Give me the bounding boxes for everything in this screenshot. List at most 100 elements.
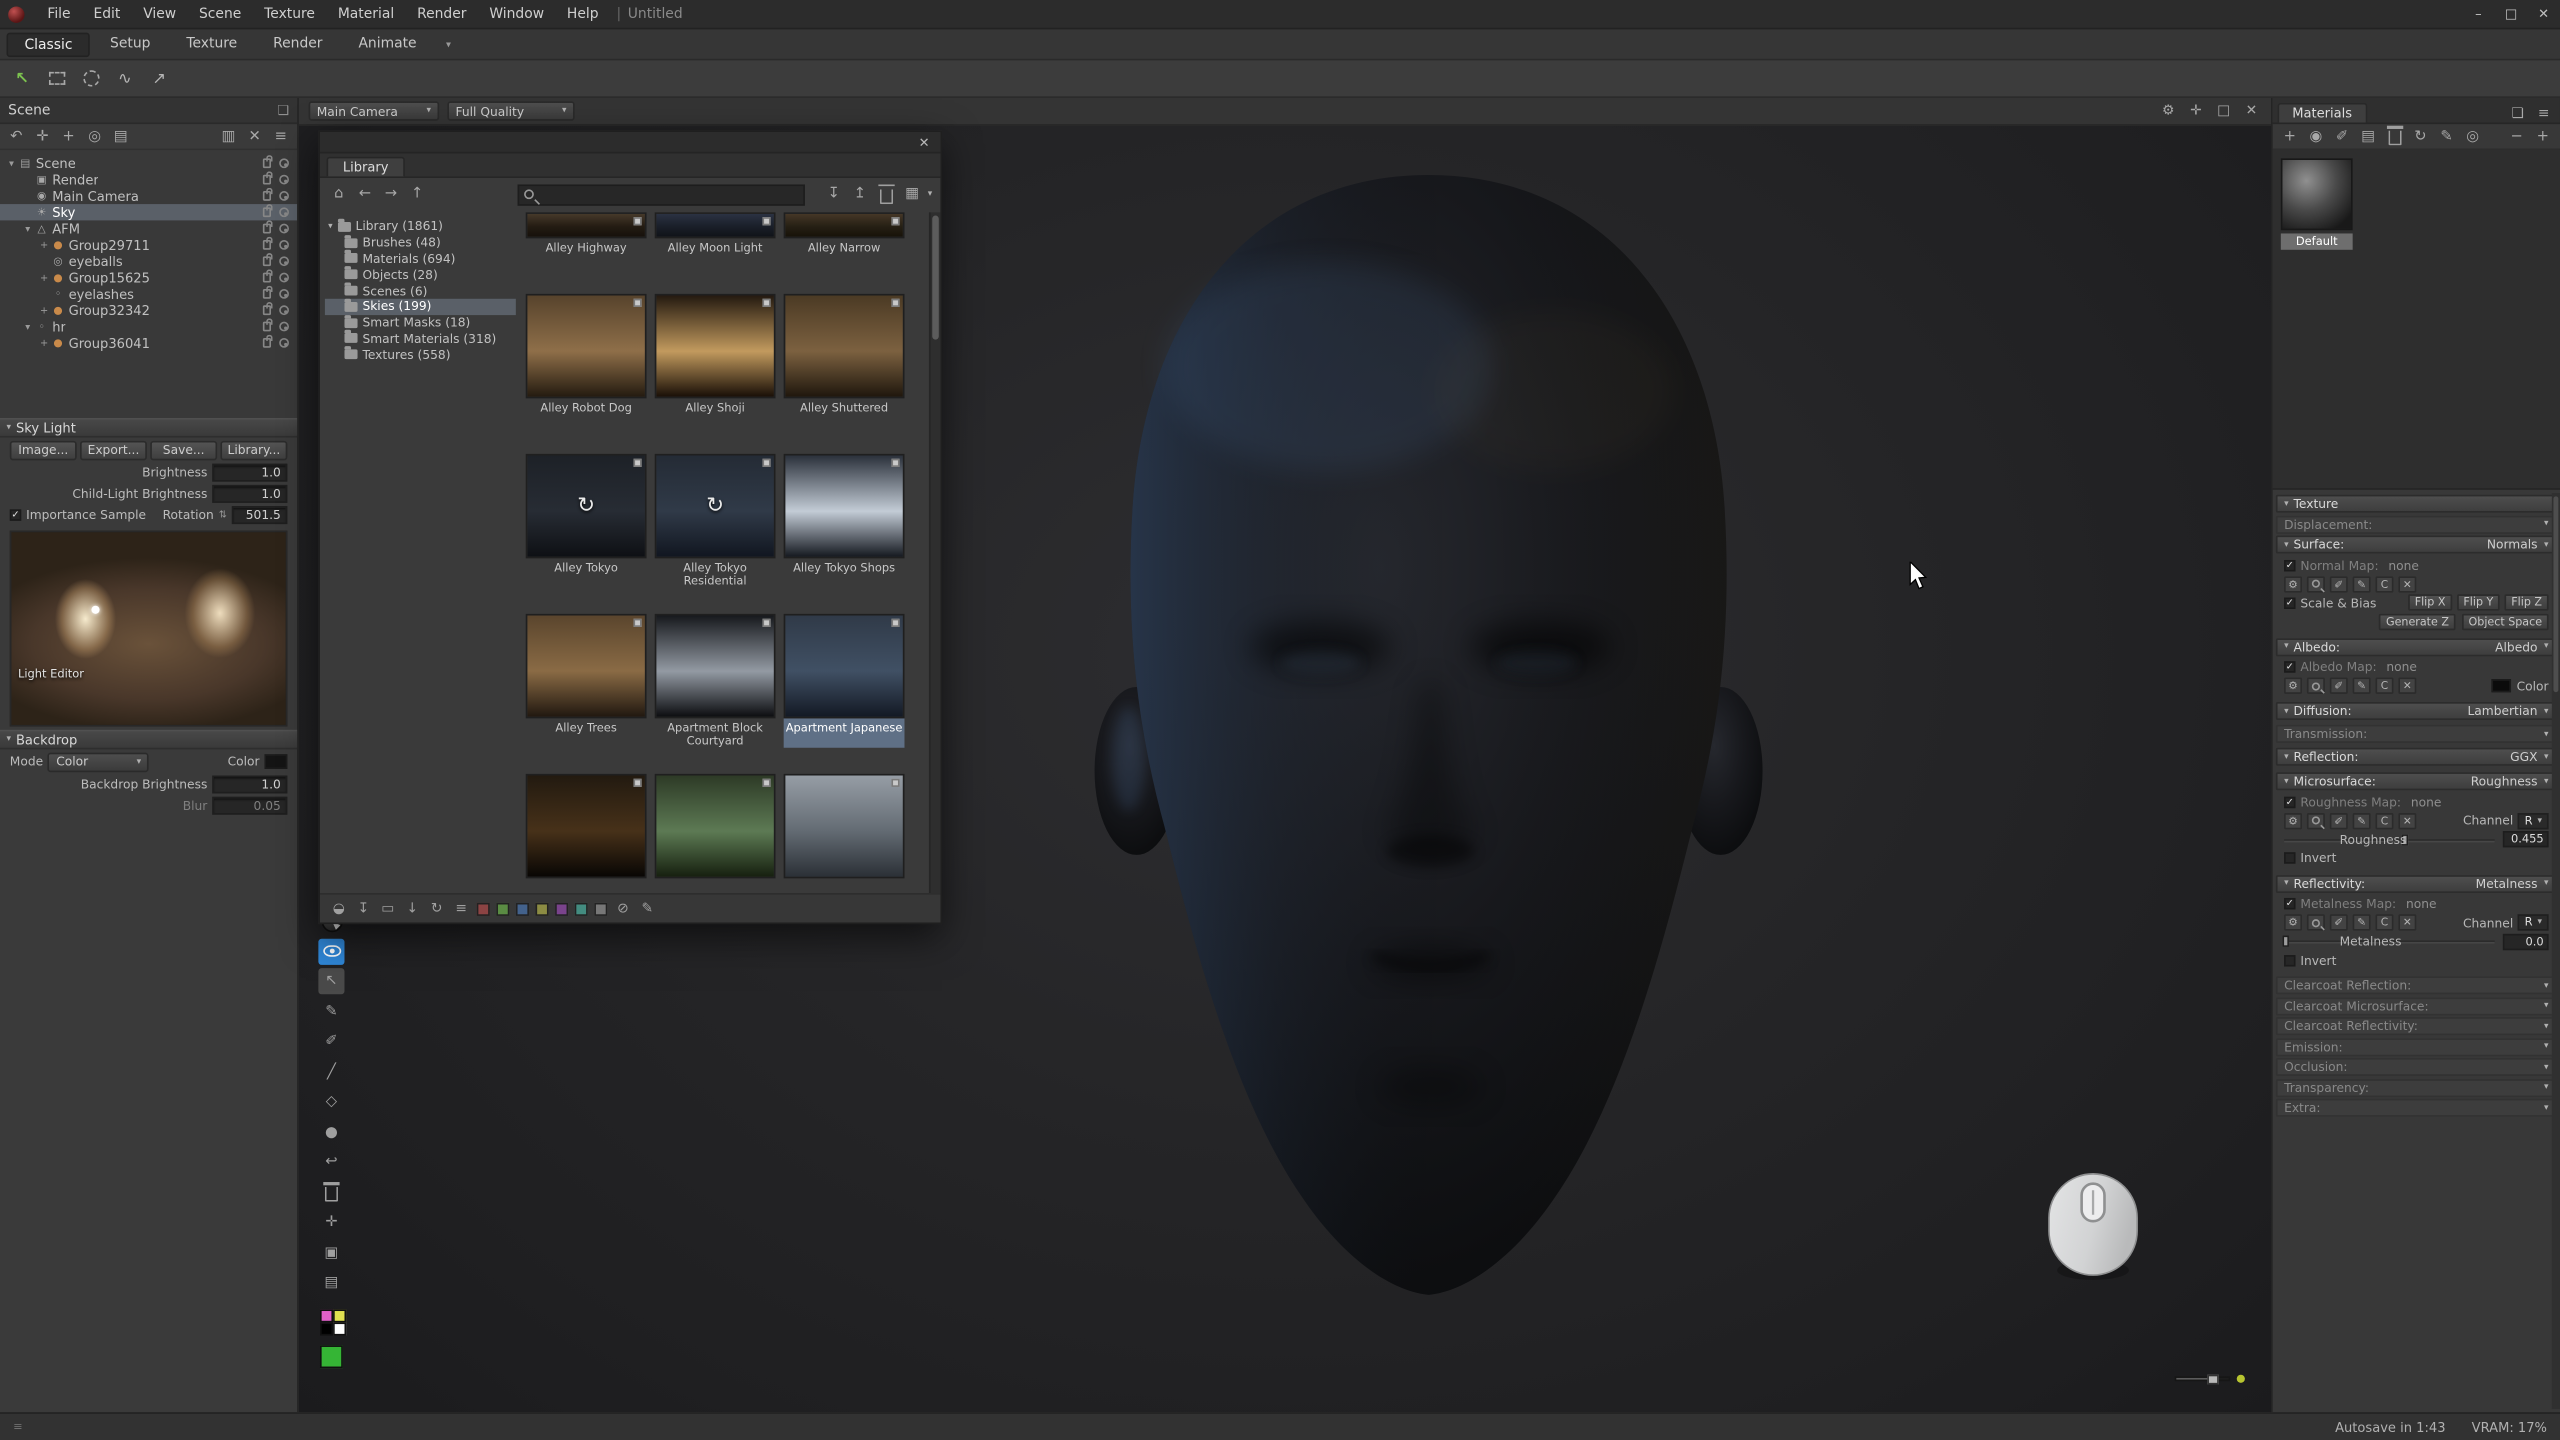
metalness-slider-handle[interactable] xyxy=(2282,936,2289,947)
reflectivity-section-header[interactable]: ▾ Reflectivity: Metalness▾ xyxy=(2276,874,2557,892)
knife-tool[interactable]: ╱ xyxy=(318,1059,344,1085)
tree-item-sky[interactable]: ☀ Sky xyxy=(0,204,297,220)
folder-skies[interactable]: Skies (199) xyxy=(325,299,516,315)
dot-tool[interactable]: ● xyxy=(318,1119,344,1145)
roughness-value-field[interactable]: 0.455 xyxy=(2503,831,2549,847)
map-copy-icon[interactable]: C xyxy=(2376,813,2394,829)
paint-tool[interactable]: ✎ xyxy=(318,998,344,1024)
workspace-more-icon[interactable]: ▾ xyxy=(435,38,463,49)
visibility-icon[interactable] xyxy=(279,338,289,348)
tree-item-afm[interactable]: ▾ △ AFM xyxy=(0,220,297,236)
backdrop-brightness-field[interactable]: 1.0 xyxy=(212,776,287,794)
import-icon[interactable]: ↧ xyxy=(823,184,844,205)
swatch-white[interactable] xyxy=(333,1322,346,1335)
library-item[interactable]: Apartment Block Courtyard xyxy=(655,614,776,774)
flip-z-button[interactable]: Flip Z xyxy=(2505,595,2549,611)
backdrop-color-swatch[interactable] xyxy=(264,754,287,769)
transparency-section[interactable]: Transparency: ▾ xyxy=(2276,1078,2557,1096)
export-icon[interactable]: ↥ xyxy=(849,184,870,205)
workspace-tab-texture[interactable]: Texture xyxy=(170,32,253,56)
refresh-materials-icon[interactable]: ↻ xyxy=(2410,126,2431,147)
visibility-icon[interactable] xyxy=(279,175,289,185)
edit-tags-icon[interactable]: ✎ xyxy=(638,900,656,916)
lock-icon[interactable] xyxy=(263,175,271,185)
zoom-slider-handle[interactable] xyxy=(2207,1375,2218,1385)
metalness-map-checkbox[interactable]: ✓ xyxy=(2284,898,2295,909)
folder-materials[interactable]: Materials (694) xyxy=(325,251,516,267)
materials-scrollbar[interactable] xyxy=(2552,493,2560,1409)
menu-render[interactable]: Render xyxy=(406,0,478,29)
filter-swatch-gray[interactable] xyxy=(594,902,607,915)
folder-icon[interactable]: ▤ xyxy=(2358,126,2379,147)
add-material-icon[interactable]: + xyxy=(2279,126,2300,147)
panel-menu-icon[interactable]: ≡ xyxy=(2534,106,2554,122)
library-item[interactable]: Alley Narrow xyxy=(784,212,905,294)
clearcoat-reflectivity-section[interactable]: Clearcoat Reflectivity: ▾ xyxy=(2276,1017,2557,1035)
viewport-pin-icon[interactable]: ✛ xyxy=(2186,103,2206,119)
folder-smart-materials[interactable]: Smart Materials (318) xyxy=(325,331,516,347)
library-item-selected[interactable]: Apartment Japanese xyxy=(784,614,905,774)
lock-icon[interactable] xyxy=(263,338,271,348)
hook-tool[interactable]: ↩ xyxy=(318,1149,344,1175)
tree-item-group29711[interactable]: + ● Group29711 xyxy=(0,237,297,253)
library-item[interactable] xyxy=(784,774,905,878)
map-edit-icon[interactable]: ✎ xyxy=(2353,678,2371,694)
map-brush-icon[interactable]: ✐ xyxy=(2330,678,2348,694)
no-color-icon[interactable]: ⊘ xyxy=(614,900,632,916)
sky-light-header[interactable]: ▾ Sky Light xyxy=(0,418,297,438)
visibility-icon[interactable] xyxy=(279,207,289,217)
expander-icon[interactable]: + xyxy=(38,304,51,315)
app-logo-icon[interactable] xyxy=(8,6,24,22)
visibility-icon[interactable] xyxy=(279,256,289,266)
importance-sample-checkbox[interactable]: ✓ xyxy=(10,509,21,520)
surface-section-header[interactable]: ▾ Surface: Normals▾ xyxy=(2276,536,2557,554)
channel-select[interactable]: R▾ xyxy=(2518,813,2548,829)
gizmo-tool[interactable]: ✛ xyxy=(318,1210,344,1236)
map-settings-icon[interactable]: ⚙ xyxy=(2284,915,2302,931)
map-copy-icon[interactable]: C xyxy=(2376,576,2394,592)
filter-swatch-teal[interactable] xyxy=(575,902,588,915)
account-icon[interactable]: ◒ xyxy=(330,900,348,916)
map-clear-icon[interactable]: ✕ xyxy=(2398,915,2416,931)
favorite-checkbox[interactable] xyxy=(633,619,641,627)
map-brush-icon[interactable]: ✐ xyxy=(2330,813,2348,829)
texture-section-header[interactable]: ▾ Texture xyxy=(2276,495,2557,513)
undo-icon[interactable]: ↶ xyxy=(5,126,28,147)
close-button[interactable]: ✕ xyxy=(2527,0,2560,29)
lock-icon[interactable] xyxy=(263,158,271,168)
favorite-checkbox[interactable] xyxy=(633,299,641,307)
child-brightness-field[interactable]: 1.0 xyxy=(212,485,287,503)
viewport-maximize-icon[interactable]: □ xyxy=(2214,103,2234,119)
tree-item-hr[interactable]: ▾ ◦ hr xyxy=(0,318,297,334)
map-locate-icon[interactable] xyxy=(2307,576,2325,592)
map-clear-icon[interactable]: ✕ xyxy=(2398,813,2416,829)
picker-icon[interactable]: ✐ xyxy=(2331,126,2352,147)
target-icon[interactable]: ◎ xyxy=(83,126,106,147)
folder-objects[interactable]: Objects (28) xyxy=(325,267,516,283)
tree-item-group15625[interactable]: + ● Group15625 xyxy=(0,269,297,285)
swatch-black[interactable] xyxy=(320,1322,333,1335)
map-copy-icon[interactable]: C xyxy=(2376,678,2394,694)
select-tool[interactable]: ↖ xyxy=(318,968,344,994)
invert-checkbox[interactable] xyxy=(2284,853,2295,864)
map-copy-icon[interactable]: C xyxy=(2376,915,2394,931)
flip-y-button[interactable]: Flip Y xyxy=(2457,595,2500,611)
visibility-icon[interactable] xyxy=(279,273,289,283)
lock-icon[interactable] xyxy=(263,289,271,299)
menu-window[interactable]: Window xyxy=(478,0,556,29)
tree-item-eyeballs[interactable]: ◎ eyeballs xyxy=(0,253,297,269)
swatch-yellow[interactable] xyxy=(333,1309,346,1322)
visibility-tool[interactable] xyxy=(318,938,344,964)
occlusion-section[interactable]: Occlusion: ▾ xyxy=(2276,1058,2557,1076)
displacement-section[interactable]: Displacement: ▾ xyxy=(2276,515,2557,533)
delete-tool[interactable] xyxy=(318,1180,344,1206)
expander-icon[interactable]: + xyxy=(38,272,51,283)
object-space-button[interactable]: Object Space xyxy=(2462,613,2549,629)
favorite-checkbox[interactable] xyxy=(762,779,770,787)
quality-select[interactable]: Full Quality ▾ xyxy=(447,101,574,121)
expander-icon[interactable]: ▾ xyxy=(5,158,18,169)
download-icon[interactable]: ↧ xyxy=(354,900,372,916)
paint-material-icon[interactable]: ✎ xyxy=(2436,126,2457,147)
library-button[interactable]: Library... xyxy=(220,440,287,460)
expander-icon[interactable]: ▾ xyxy=(21,321,34,332)
